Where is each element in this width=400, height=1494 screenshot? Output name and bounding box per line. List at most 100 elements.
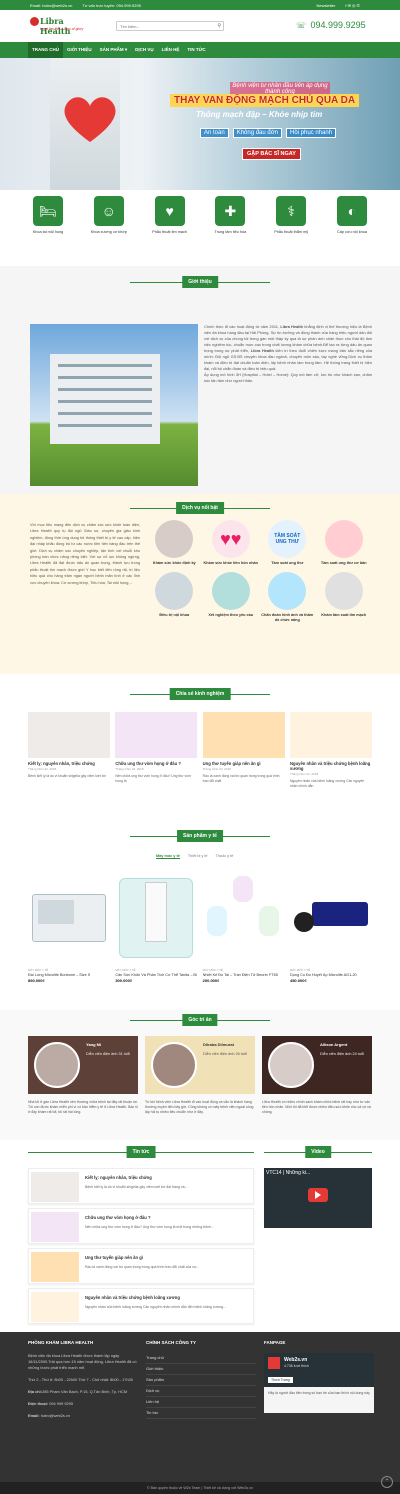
- featured-item[interactable]: Điều trị nội khoa: [146, 572, 203, 623]
- logo-brand: Libra Health: [40, 16, 71, 36]
- post-card[interactable]: Nguyên nhân và triệu chứng bệnh loãng xư…: [289, 712, 372, 789]
- footer-link[interactable]: Liên hệ: [146, 1397, 256, 1408]
- service-item[interactable]: 🛏 Khoa tai mũi họng: [28, 196, 68, 234]
- site-header: Libra Health Lead the life - Lotus of gl…: [0, 10, 400, 42]
- product-image: [115, 872, 198, 962]
- banner-tagline: Thông mạch đập – Khỏe nhịp tim: [196, 110, 323, 119]
- site-logo[interactable]: Libra Health Lead the life - Lotus of gl…: [30, 16, 90, 38]
- section-title: Video: [305, 1146, 331, 1158]
- post-card[interactable]: Kiết lỵ: nguyên nhân, triệu chứng Tháng C…: [28, 712, 110, 789]
- section-title: Góc tri ân: [0, 1014, 400, 1026]
- logo-mark-icon: [30, 17, 39, 26]
- newsletter-link[interactable]: Newsletter: [316, 3, 335, 8]
- news-item[interactable]: Chữa ung thư vòm họng ở đâu ? Nên chữa un…: [28, 1208, 254, 1244]
- featured-item[interactable]: ♥♥ Khám sức khỏe tiền hôn nhân: [203, 520, 260, 566]
- video-section: Video VTC14 | Những ki...: [264, 1146, 372, 1246]
- testimonial-card: Yang Mi Diễn viên điện ảnh 31 tuổi Nhà tô…: [28, 1036, 138, 1115]
- tab-medicine[interactable]: Thuốc y tế: [216, 854, 234, 859]
- social-icons[interactable]: f ✉ ◎ ✆: [345, 3, 360, 8]
- product-card[interactable]: MÁY MÓC Y TẾ Nhiệt Kế Đo Tai – Trán Điện …: [202, 872, 285, 983]
- service-item[interactable]: ✚ Trung tâm tiêu hóa: [210, 196, 250, 234]
- featured-text: Với mục tiêu mang đến dịch vụ chăm sóc s…: [30, 523, 140, 585]
- featured-item[interactable]: Khám tầm soát tim mạch: [316, 572, 373, 623]
- post-card[interactable]: Chữa ung thư vòm họng ở đâu ? Tháng Chín …: [115, 712, 198, 789]
- product-tabs: Máy móc y tế Thiết bị y tế Thuốc y tế: [156, 854, 241, 859]
- hotline-number: 094.999.9295: [310, 20, 366, 30]
- footer-link[interactable]: Sản phẩm: [146, 1375, 256, 1386]
- tab-equipment[interactable]: Thiết bị y tế: [188, 854, 208, 859]
- service-item[interactable]: ☺ Khoa xương cơ khớp: [89, 196, 129, 234]
- search-input[interactable]: [117, 22, 213, 30]
- footer-link[interactable]: Trang chủ: [146, 1353, 256, 1364]
- tab-machines[interactable]: Máy móc y tế: [156, 854, 180, 859]
- post-card[interactable]: Ung thư tuyến giáp nên ăn gì Tháng Chín 2…: [202, 712, 285, 789]
- section-title: Tin tức: [126, 1146, 156, 1158]
- play-icon[interactable]: [308, 1188, 328, 1202]
- experience-section: Chia sẻ kinh nghiệm Kiết lỵ: nguyên nhân…: [0, 676, 400, 788]
- footer-about: PHÒNG KHÁM LIBRA HEALTH Bệnh viện đa kho…: [28, 1340, 137, 1418]
- featured-item[interactable]: Chẩn đoán hình ảnh và thăm dò chức năng: [259, 572, 316, 623]
- nav-home[interactable]: TRANG CHỦ: [28, 42, 63, 58]
- footer-link[interactable]: Tin tức: [146, 1408, 256, 1419]
- nav-about[interactable]: GIỚI THIỆU: [63, 42, 96, 58]
- featured-item[interactable]: Tầm soát ung thư cơ bản: [316, 520, 373, 566]
- about-text: Chính thức đi vào hoạt động từ năm 2011,…: [204, 324, 373, 383]
- topbar-email[interactable]: Email: hotro@web2s.vn: [30, 3, 72, 8]
- service-item[interactable]: ◐ Cấp cứu nội khoa: [332, 196, 372, 234]
- hero-banner[interactable]: Bệnh viện tư nhân đầu tiên áp dụng thành…: [0, 58, 400, 190]
- news-item[interactable]: Nguyên nhân và triệu chứng bệnh loãng xư…: [28, 1288, 254, 1324]
- section-title: Sản phẩm y tế: [0, 830, 400, 842]
- section-title: Giới thiệu: [0, 276, 400, 288]
- featured-item[interactable]: TẦM SOÁT UNG THƯ Tầm soát ung thư: [259, 520, 316, 566]
- featured-item[interactable]: Xét nghiệm theo yêu cầu: [203, 572, 260, 623]
- like-page-button[interactable]: Thích Trang: [268, 1377, 293, 1383]
- top-bar: Email: hotro@web2s.vn Tư vấn trực tuyến:…: [0, 0, 400, 10]
- service-item[interactable]: ♥ Phẫu thuật tim mạch: [150, 196, 190, 234]
- avatar: [268, 1042, 314, 1088]
- product-list: MÁY MÓC Y TẾ Đai Lưng Microlife Bonbone –…: [28, 872, 372, 983]
- hotline[interactable]: ☏ 094.999.9295: [296, 20, 366, 30]
- avatar: [34, 1042, 80, 1088]
- section-title: Chia sẻ kinh nghiệm: [0, 688, 400, 700]
- banner-title: THAY VAN ĐỘNG MẠCH CHỦ QUA DA: [170, 94, 360, 107]
- product-card[interactable]: MÁY MÓC Y TẾ Cân Sức Khỏe Và Phân Tích Cơ…: [115, 872, 198, 983]
- main-nav: TRANG CHỦ GIỚI THIỆU SẢN PHẨM ▾ DỊCH VỤ …: [0, 42, 400, 58]
- video-caption: VTC14 | Những ki...: [266, 1170, 311, 1176]
- testimonial-list: Yang Mi Diễn viên điện ảnh 31 tuổi Nhà tô…: [28, 1036, 372, 1115]
- banner-tag: Hồi phục nhanh: [286, 128, 337, 138]
- featured-grid: Khám sức khỏe định kỳ ♥♥ Khám sức khỏe ti…: [146, 520, 372, 623]
- nav-contact[interactable]: LIÊN HỆ: [158, 42, 184, 58]
- fanpage-widget[interactable]: Web2s.vn 4.736 lượt thích Thích Trang Hã…: [264, 1353, 374, 1413]
- product-card[interactable]: MÁY MÓC Y TẾ Dụng Cụ Đo Huyết Áp Microlif…: [289, 872, 372, 983]
- head-icon: ☺: [93, 196, 124, 226]
- search-icon[interactable]: ⚲: [217, 23, 221, 29]
- product-image: [28, 872, 110, 962]
- knee-icon: ⚕: [276, 196, 307, 226]
- service-item[interactable]: ⚕ Phẫu thuật thẩm mỹ: [271, 196, 311, 234]
- news-item[interactable]: Ung thư tuyến giáp nên ăn gì Rau lá xanh …: [28, 1248, 254, 1284]
- nav-news[interactable]: TIN TỨC: [183, 42, 209, 58]
- news-item[interactable]: Kiết lỵ: nguyên nhân, triệu chứng Bệnh ki…: [28, 1168, 254, 1204]
- topbar-advice[interactable]: Tư vấn trực tuyến: 094.999.9295: [82, 3, 141, 8]
- news-section: Tin tức Kiết lỵ: nguyên nhân, triệu chứn…: [28, 1146, 254, 1332]
- footer-link[interactable]: Giới thiệu: [146, 1364, 256, 1375]
- featured-item[interactable]: Khám sức khỏe định kỳ: [146, 520, 203, 566]
- ambulance-icon: ✚: [215, 196, 246, 226]
- copyright: © Bản quyền thuộc về W2s Team | Thiết kế…: [0, 1482, 400, 1494]
- experience-posts: Kiết lỵ: nguyên nhân, triệu chứng Tháng C…: [28, 712, 372, 789]
- nav-products[interactable]: SẢN PHẨM ▾: [96, 42, 132, 58]
- banner-cta-button[interactable]: GẶP BÁC SĨ NGAY: [242, 148, 301, 160]
- products-section: Sản phẩm y tế Máy móc y tế Thiết bị y tế…: [0, 826, 400, 998]
- search-box: ⚲: [116, 21, 224, 31]
- scroll-top-icon[interactable]: ⌃: [381, 1476, 393, 1488]
- nav-services[interactable]: DỊCH VỤ: [131, 42, 158, 58]
- footer-link[interactable]: Dịch vụ: [146, 1386, 256, 1397]
- section-title: Dịch vụ nổi bật: [0, 502, 400, 514]
- footer-fanpage: FANPAGE Web2s.vn 4.736 lượt thích Thích …: [264, 1340, 374, 1413]
- hospital-image: [30, 324, 198, 486]
- testimonial-card: Dilraba Dilmurat Diễn viên điện ảnh 26 tu…: [145, 1036, 255, 1115]
- service-icons: 🛏 Khoa tai mũi họng ☺ Khoa xương cơ khớp ♥…: [28, 196, 372, 234]
- stomach-icon: ◐: [336, 196, 367, 226]
- video-player[interactable]: VTC14 | Những ki...: [264, 1168, 372, 1228]
- product-card[interactable]: MÁY MÓC Y TẾ Đai Lưng Microlife Bonbone –…: [28, 872, 110, 983]
